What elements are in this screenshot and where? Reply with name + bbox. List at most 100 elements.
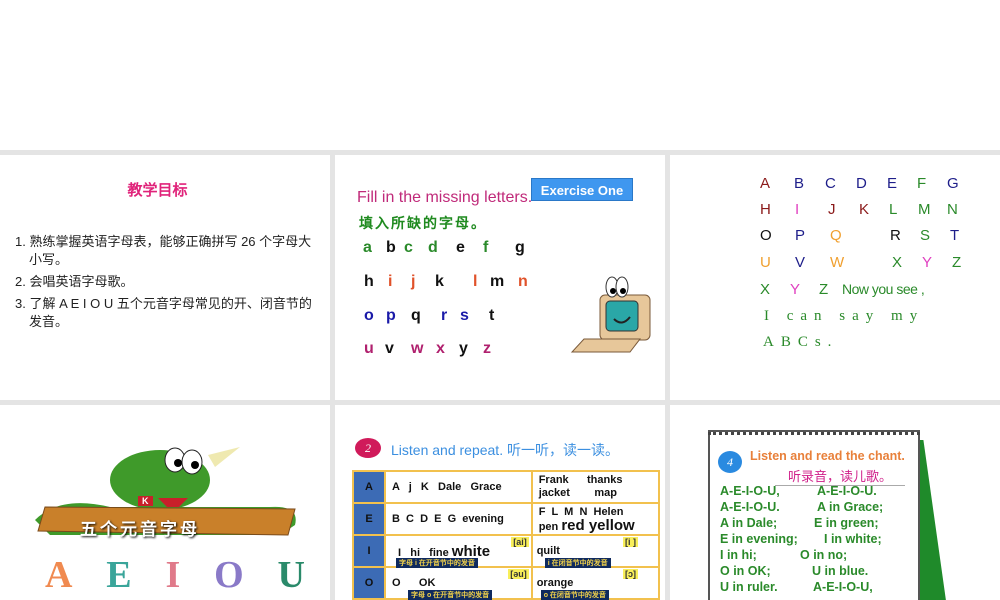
vowel-cell: O (352, 566, 386, 600)
letter: f (483, 239, 489, 256)
letter: T (950, 227, 960, 244)
chant-text: E in evening; (720, 532, 798, 546)
slide-title: 教学目标 (127, 182, 188, 199)
letter: d (428, 239, 438, 256)
song-lyric: I can say my (764, 308, 925, 324)
letter: x (436, 340, 445, 357)
vowel-letter: A (45, 554, 73, 596)
letter: s (460, 307, 469, 324)
phonetic-label: [əu] (508, 569, 529, 579)
letter: Y (790, 281, 801, 298)
letter: S (920, 227, 931, 244)
slide-thumbnail-4[interactable]: K 五个元音字母 A E I O U (0, 405, 330, 600)
slide-thumbnail-3[interactable]: A B C D E F G H I J K L M N O P Q R S T … (670, 155, 1000, 400)
letter: K (859, 201, 870, 218)
slide-title: Fill in the missing letters. (357, 189, 533, 206)
closed-word: jacket map (538, 487, 617, 499)
chant-text: A in Dale; (720, 516, 778, 530)
banner-text: 五个元音字母 (80, 520, 200, 539)
chant-text: A in Grace; (817, 500, 884, 514)
slide-thumbnail-5[interactable]: 2 Listen and repeat. 听一听，读一读。 A A j K Da… (335, 405, 665, 600)
letter: D (856, 175, 867, 192)
computer-cartoon-icon (570, 276, 651, 353)
letter: E (887, 175, 898, 192)
goal-list: 1. 熟练掌握英语字母表，能够正确拼写 26 个字母大小写。 2. 会唱英语字母… (15, 233, 315, 335)
letter: X (892, 254, 903, 271)
letter: W (830, 254, 845, 271)
letter: k (435, 273, 444, 290)
letter: c (404, 239, 413, 256)
letter: R (890, 227, 901, 244)
song-lyric: Now you see , (842, 281, 925, 297)
phonetic-label: [i ] (623, 537, 638, 547)
letter: l (473, 273, 478, 290)
table-row: O O OK [əu] 字母 o 在开音节中的发音 orange [ɔ] o 在闭音节中… (352, 566, 661, 600)
chant-text: U in blue. (812, 564, 869, 578)
top-blank-area (0, 0, 1000, 150)
chant-text: O in no; (800, 548, 848, 562)
letter: U (760, 254, 771, 271)
phonetic-label: [ai] (511, 537, 529, 547)
exercise-one-button[interactable]: Exercise One (531, 178, 633, 201)
letter: i (388, 273, 393, 290)
closed-word: quilt (536, 545, 560, 557)
slide-title: Listen and repeat. 听一听，读一读。 (391, 442, 619, 458)
chant-text: A-E-I-O-U, (813, 580, 873, 594)
k-badge: K (138, 496, 153, 506)
letter: t (489, 307, 495, 324)
letter: H (760, 201, 771, 218)
letter: e (456, 239, 465, 256)
letter: V (795, 254, 806, 271)
table-row: I I hi fine white [ai] 字母 i 在开音节中的发音 quilt… (352, 534, 661, 568)
vowel-letter: I (165, 554, 181, 596)
letter: m (490, 273, 505, 290)
letter: X (760, 281, 771, 298)
note-label: o 在闭音节中的发音 (540, 590, 609, 600)
slide-thumbnail-1[interactable]: 教学目标 1. 熟练掌握英语字母表，能够正确拼写 26 个字母大小写。 2. 会… (0, 155, 330, 400)
letter: h (364, 273, 374, 290)
letter: Q (830, 227, 842, 244)
letter: n (518, 273, 528, 290)
letter: O (760, 227, 772, 244)
open-words: I hi fine (398, 546, 449, 559)
letter: u (364, 340, 374, 357)
open-syllable-cell: A j K Dale Grace (384, 470, 533, 504)
chant-text: I in white; (824, 532, 882, 546)
vowel-table: A A j K Dale Grace Frank thanks jacket ma… (352, 470, 661, 600)
letter: I (795, 201, 800, 218)
closed-word: Frank thanks (538, 474, 623, 486)
vowel-letters: A E I O U (45, 553, 305, 597)
letter: q (411, 307, 421, 324)
letter: Y (922, 254, 933, 271)
song-lyric: ABCs. (763, 334, 839, 350)
open-syllable-cell: B C D E G evening (384, 502, 533, 536)
slide-thumbnail-2[interactable]: Fill in the missing letters. Exercise On… (335, 155, 665, 400)
closed-word: orange (536, 577, 574, 589)
letter: o (364, 307, 374, 324)
chant-text: I in hi; (720, 548, 757, 562)
vowel-letter: O (214, 554, 244, 596)
note-label: 字母 o 在开音节中的发音 (408, 590, 493, 600)
vowel-letter: U (277, 554, 305, 596)
phonetic-label: [ɔ] (623, 569, 638, 579)
letter: J (828, 201, 836, 218)
vowel-cell: E (352, 502, 386, 536)
goal-item: 1. 熟练掌握英语字母表，能够正确拼写 26 个字母大小写。 (15, 234, 312, 267)
letter: j (411, 273, 416, 290)
chant-text: E in green; (814, 516, 879, 530)
spiral-binding (708, 427, 920, 435)
letter: a (363, 239, 372, 256)
letter: Z (952, 254, 962, 271)
closed-word: red yellow (561, 516, 635, 534)
vowel-cell: I (352, 534, 386, 568)
letter: g (515, 239, 525, 256)
letter: p (386, 307, 396, 324)
vowel-cell: A (352, 470, 386, 504)
letter: r (441, 307, 448, 324)
letter: b (386, 239, 396, 256)
slide-thumbnail-6[interactable]: 4 Listen and read the chant. 听录音，读儿歌。 A-… (670, 405, 1000, 600)
goal-item: 2. 会唱英语字母歌。 (15, 274, 134, 289)
table-row: A A j K Dale Grace Frank thanks jacket ma… (352, 470, 661, 504)
letter: v (385, 340, 394, 357)
letter: w (411, 340, 424, 357)
